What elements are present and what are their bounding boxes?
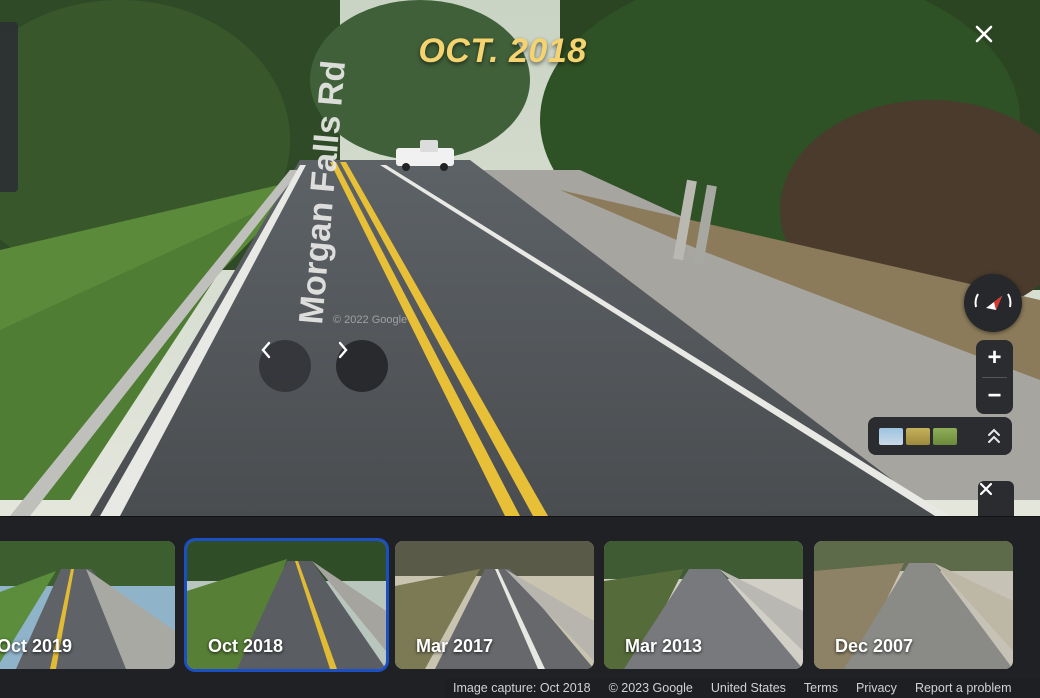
- chevron-right-icon: [338, 341, 348, 359]
- close-icon: [975, 25, 993, 43]
- compass-icon: [974, 293, 1012, 310]
- layer-switcher[interactable]: [868, 417, 1012, 455]
- layer-thumb-grass[interactable]: [933, 428, 957, 445]
- timeline-item-dec-2007[interactable]: Dec 2007: [814, 541, 1013, 669]
- chevron-left-icon: [261, 341, 271, 359]
- street-view-panorama[interactable]: Morgan Falls Rd © 2022 Google OCT. 2018: [0, 0, 1040, 516]
- compass-button[interactable]: [964, 274, 1022, 332]
- timeline-item-label: Mar 2017: [416, 636, 494, 656]
- side-panel-tab[interactable]: [0, 22, 18, 192]
- chevron-double-up-icon[interactable]: [987, 427, 1001, 445]
- capture-date-overlay: OCT. 2018: [418, 32, 587, 70]
- close-street-view-button[interactable]: [974, 24, 1014, 64]
- layer-thumb-field[interactable]: [906, 428, 930, 445]
- close-icon: [979, 482, 993, 496]
- timeline-item-oct-2018[interactable]: Oct 2018: [187, 541, 386, 669]
- zoom-controls: + −: [976, 340, 1013, 414]
- image-watermark: © 2022 Google: [333, 314, 407, 326]
- copyright-text: © 2023 Google: [608, 681, 693, 695]
- image-capture-date: Image capture: Oct 2018: [453, 681, 591, 695]
- zoom-in-button[interactable]: +: [976, 340, 1013, 376]
- timeline-item-mar-2017[interactable]: Mar 2017: [395, 541, 594, 669]
- footer-bar: Image capture: Oct 2018 © 2023 Google Un…: [445, 678, 1040, 698]
- timeline-item-label: Dec 2007: [835, 636, 914, 656]
- timeline-item-label: Oct 2018: [208, 636, 284, 656]
- terms-link[interactable]: Terms: [804, 681, 838, 695]
- timeline-item-label: Mar 2013: [625, 636, 703, 656]
- timeline-item-mar-2013[interactable]: Mar 2013: [604, 541, 803, 669]
- country-link[interactable]: United States: [711, 681, 786, 695]
- next-image-button[interactable]: [336, 340, 388, 392]
- close-timeline-button[interactable]: [978, 481, 1014, 516]
- previous-image-button[interactable]: [259, 340, 311, 392]
- zoom-out-button[interactable]: −: [976, 378, 1013, 414]
- timeline-item-oct-2019[interactable]: Oct 2019: [0, 541, 175, 669]
- report-problem-link[interactable]: Report a problem: [915, 681, 1012, 695]
- layer-thumb-sky[interactable]: [879, 428, 903, 445]
- timeline-item-label: Oct 2019: [0, 636, 73, 656]
- privacy-link[interactable]: Privacy: [856, 681, 897, 695]
